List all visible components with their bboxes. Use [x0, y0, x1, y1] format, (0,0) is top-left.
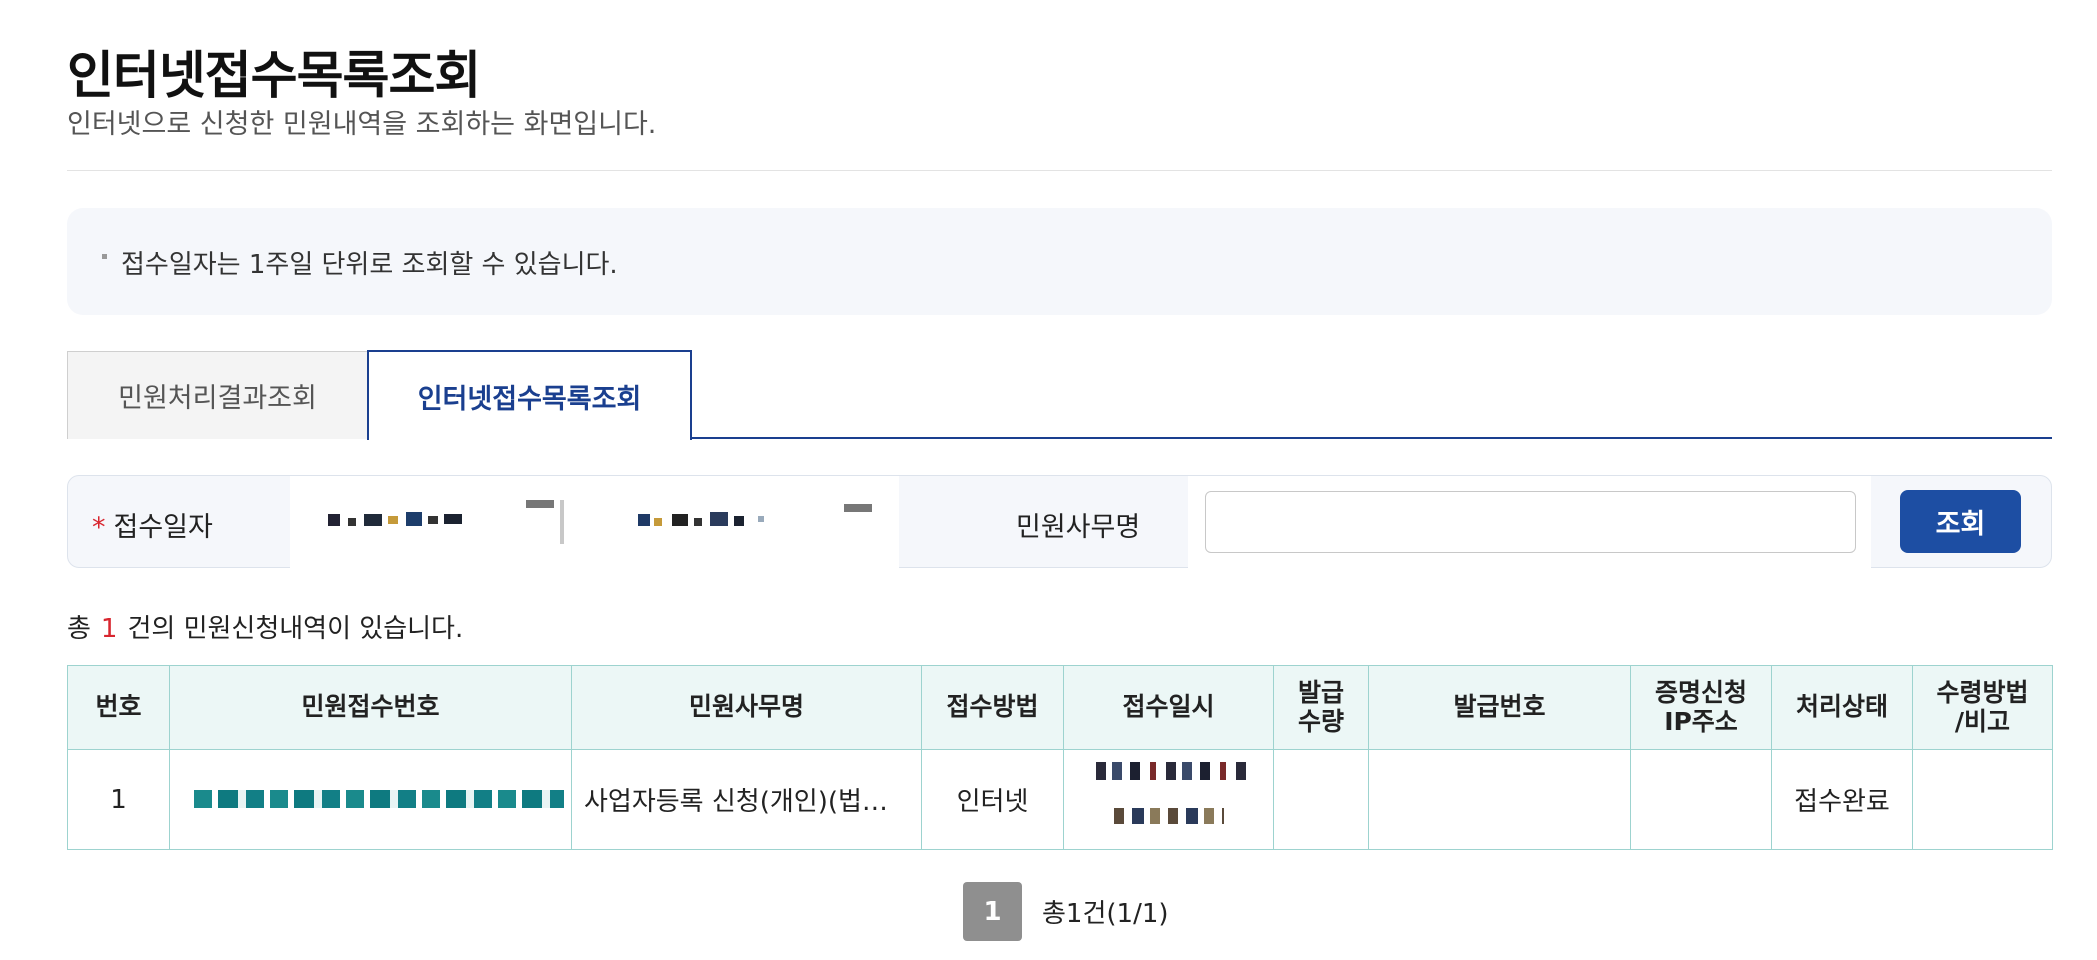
header-datetime: 접수일시 — [1063, 665, 1274, 750]
date-label-text: 접수일자 — [113, 512, 213, 543]
count-suffix: 건의 민원신청내역이 있습니다. — [127, 614, 464, 644]
header-receive-method: 수령방법 /비고 — [1912, 665, 2053, 750]
office-label: 민원사무명 — [1016, 512, 1141, 543]
page-summary: 총1건(1/1) — [1042, 899, 1169, 929]
header-status: 처리상태 — [1771, 665, 1913, 750]
calendar-icon[interactable] — [526, 500, 554, 508]
table-header-row: 번호 민원접수번호 민원사무명 접수방법 접수일시 발급 수량 발급번호 증명신… — [67, 665, 2053, 750]
tab-result-inquiry[interactable]: 민원처리결과조회 — [67, 351, 368, 439]
cell-issue-no — [1368, 749, 1631, 850]
result-count: 총 1 건의 민원신청내역이 있습니다. — [67, 608, 463, 645]
result-table: 번호 민원접수번호 민원사무명 접수방법 접수일시 발급 수량 발급번호 증명신… — [67, 665, 2053, 850]
cell-receive-method — [1912, 749, 2053, 850]
search-panel: * 접수일자 민원사무명 조회 — [67, 475, 2052, 569]
header-issue-no: 발급번호 — [1368, 665, 1631, 750]
redacted-receipt-no — [194, 790, 564, 808]
office-name-input[interactable] — [1205, 491, 1856, 553]
cell-issue-qty — [1273, 749, 1369, 850]
start-date-input[interactable] — [328, 510, 478, 528]
date-label: * 접수일자 — [92, 505, 213, 544]
tab-internet-receipt-list[interactable]: 인터넷접수목록조회 — [367, 350, 692, 440]
calendar-icon[interactable] — [844, 504, 872, 512]
redacted-datetime — [1096, 762, 1246, 780]
header-receipt-no: 민원접수번호 — [169, 665, 572, 750]
bullet-icon — [102, 254, 107, 259]
end-date-input[interactable] — [638, 510, 788, 528]
page-title: 인터넷접수목록조회 — [67, 47, 481, 106]
count-number: 1 — [100, 614, 118, 644]
notice-box: 접수일자는 1주일 단위로 조회할 수 있습니다. — [67, 208, 2052, 315]
cell-ip — [1630, 749, 1772, 850]
cell-datetime — [1063, 749, 1274, 850]
page-description: 인터넷으로 신청한 민원내역을 조회하는 화면입니다. — [67, 109, 657, 140]
calendar-icon[interactable] — [560, 500, 564, 544]
page-button-current[interactable]: 1 — [963, 882, 1022, 941]
count-prefix: 총 — [67, 614, 91, 644]
cell-method: 인터넷 — [921, 749, 1064, 850]
header-ip: 증명신청 IP주소 — [1630, 665, 1772, 750]
pagination: 1 총1건(1/1) — [963, 882, 1169, 941]
cell-no: 1 — [67, 749, 170, 850]
redacted-time — [1114, 808, 1224, 824]
header-method: 접수방법 — [921, 665, 1064, 750]
tab-underline — [691, 437, 2052, 439]
header-office-name: 민원사무명 — [571, 665, 922, 750]
table-row[interactable]: 1 사업자등록 신청(개인)(법… 인터넷 접수완료 — [67, 749, 2053, 850]
required-mark: * — [92, 512, 106, 543]
title-divider — [67, 170, 2052, 171]
notice-text: 접수일자는 1주일 단위로 조회할 수 있습니다. — [121, 250, 618, 280]
search-button[interactable]: 조회 — [1900, 490, 2021, 553]
header-no: 번호 — [67, 665, 170, 750]
cell-receipt-no[interactable] — [169, 749, 572, 850]
cell-status: 접수완료 — [1771, 749, 1913, 850]
header-issue-qty: 발급 수량 — [1273, 665, 1369, 750]
cell-office-name: 사업자등록 신청(개인)(법… — [571, 749, 922, 850]
date-range-area — [290, 476, 899, 569]
